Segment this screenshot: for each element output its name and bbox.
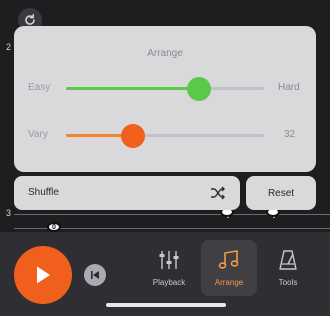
shuffle-button[interactable]: Shuffle [14,176,240,210]
measure-number: 2 [6,42,12,52]
difficulty-slider-fill [66,87,199,90]
reset-label: Reset [267,187,295,199]
shuffle-label: Shuffle [28,187,59,198]
vary-slider-thumb[interactable] [121,123,146,148]
skip-back-icon [91,271,99,279]
sliders-icon [159,251,179,269]
staff-line [14,214,330,215]
home-indicator [106,303,226,307]
play-button[interactable] [14,246,72,304]
vary-label: Vary [28,129,48,140]
tab-tools[interactable]: Tools [260,240,316,296]
tab-label: Tools [278,278,298,287]
shuffle-icon [211,186,225,200]
tab-label: Playback [152,278,186,287]
easy-label: Easy [28,82,51,93]
hard-label: Hard [278,82,300,93]
difficulty-slider-thumb[interactable] [186,76,211,101]
skip-to-start-button[interactable] [84,264,106,286]
refresh-icon [25,14,35,25]
vary-slider[interactable] [66,123,264,148]
music-note-icon [218,250,239,269]
app-screen: 2 3 0 Arrange Easy Hard Vary 32 Shuffle … [0,0,330,316]
reset-button[interactable]: Reset [246,176,316,210]
arrange-panel: Arrange Easy Hard Vary 32 [14,26,316,172]
difficulty-slider[interactable] [66,76,264,101]
tab-arrange[interactable]: Arrange [201,240,257,296]
measure-number: 3 [6,208,12,218]
metronome-icon [279,250,297,270]
tab-playback[interactable]: Playback [141,240,197,296]
panel-title: Arrange [147,48,183,59]
vary-value: 32 [284,129,296,140]
note-head: 0 [47,222,61,232]
tab-label: Arrange [214,278,244,287]
staff-line [14,228,330,229]
note-marker: 0 [52,223,56,231]
play-icon [37,266,50,284]
